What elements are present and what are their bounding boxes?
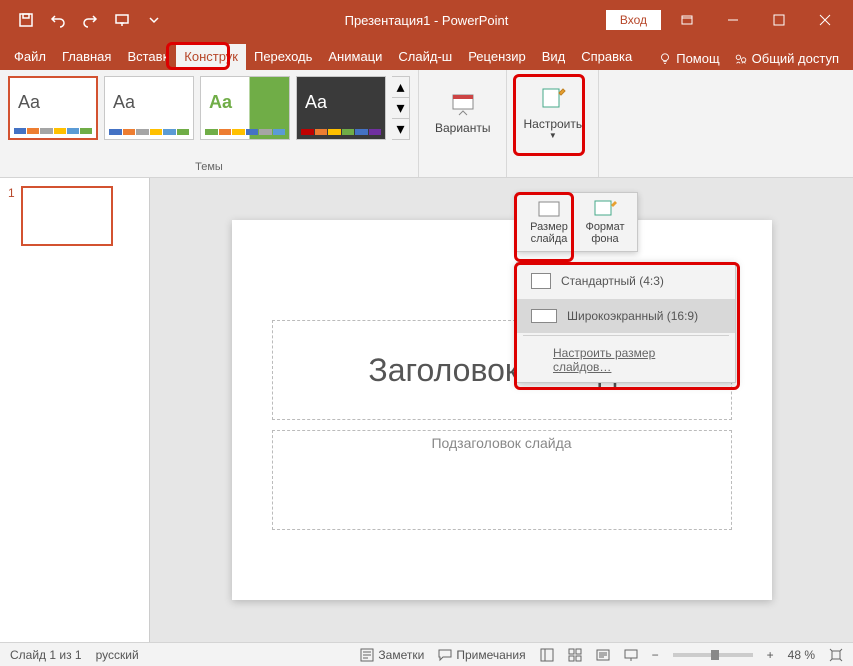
lightbulb-icon [658,52,672,66]
view-reading-icon[interactable] [596,648,610,662]
themes-more-icon[interactable]: ▴▾▾ [392,76,410,140]
themes-group-label: Темы [195,161,223,175]
qat-more-icon[interactable] [140,6,168,34]
slide-thumbnails-pane[interactable]: 1 [0,178,150,642]
close-icon[interactable] [805,0,845,40]
tab-review[interactable]: Рецензир [460,44,534,70]
thumb-number: 1 [8,186,15,246]
tellme-button[interactable]: Помощ [658,51,719,66]
theme-thumb-1[interactable]: Aa [8,76,98,140]
tab-design[interactable]: Конструк [176,44,246,70]
zoom-slider[interactable] [673,653,753,657]
ribbon-tabs: Файл Главная Вставк Конструк Переходь Ан… [0,40,853,70]
ribbon-design: Aa Aa Aa Aa ▴▾▾ Темы Варианты [0,70,853,178]
slide-size-menu: Стандартный (4:3) Широкоэкранный (16:9) … [516,262,736,383]
variants-button[interactable]: Варианты [427,76,498,148]
slide-canvas[interactable]: Заголовок слайда Подзаголовок слайда [150,178,853,642]
customize-flyout: Размер слайда Формат фона [516,192,638,252]
size-standard-item[interactable]: Стандартный (4:3) [517,263,735,299]
notes-label: Заметки [378,648,424,662]
signin-button[interactable]: Вход [606,10,661,30]
tab-help[interactable]: Справка [573,44,640,70]
variants-icon [449,89,477,117]
share-icon [734,52,748,66]
slide-counter: Слайд 1 из 1 [10,648,82,662]
format-bg-label: Формат фона [583,221,627,245]
start-slideshow-icon[interactable] [108,6,136,34]
title-bar: Презентация1 - PowerPoint Вход [0,0,853,40]
view-normal-icon[interactable] [540,648,554,662]
notes-icon [360,648,374,662]
view-slideshow-icon[interactable] [624,648,638,662]
customize-icon [539,85,567,113]
tab-transitions[interactable]: Переходь [246,44,320,70]
size-widescreen-label: Широкоэкранный (16:9) [567,309,698,323]
size-widescreen-item[interactable]: Широкоэкранный (16:9) [517,299,735,333]
slide-size-icon [537,199,561,219]
tellme-label: Помощ [676,51,719,66]
tab-file[interactable]: Файл [6,44,54,70]
save-icon[interactable] [12,6,40,34]
comments-label: Примечания [456,648,525,662]
menu-separator [523,335,729,336]
size-custom-item[interactable]: Настроить размер слайдов… [517,338,735,382]
zoom-value[interactable]: 48 % [788,648,815,662]
comments-icon [438,648,452,662]
notes-button[interactable]: Заметки [360,648,424,662]
tab-view[interactable]: Вид [534,44,574,70]
customize-label: Настроить [523,117,582,131]
share-label: Общий доступ [752,51,839,66]
customize-button[interactable]: Настроить ▼ [515,76,590,148]
size-standard-label: Стандартный (4:3) [561,274,664,288]
fit-to-window-icon[interactable] [829,648,843,662]
format-background-button[interactable]: Формат фона [579,197,631,247]
zoom-in-button[interactable]: + [767,648,774,662]
tab-animations[interactable]: Анимаци [320,44,390,70]
variants-label: Варианты [435,121,490,135]
window-title: Презентация1 - PowerPoint [345,13,509,28]
share-button[interactable]: Общий доступ [734,51,839,66]
theme-thumb-4[interactable]: Aa [296,76,386,140]
redo-icon[interactable] [76,6,104,34]
ratio-4-3-icon [531,273,551,289]
theme-thumb-2[interactable]: Aa [104,76,194,140]
slide-size-label: Размер слайда [527,221,571,245]
slide-size-button[interactable]: Размер слайда [523,197,575,247]
minimize-icon[interactable] [713,0,753,40]
language-indicator[interactable]: русский [96,648,139,662]
tab-slideshow[interactable]: Слайд-ш [390,44,460,70]
quick-access-toolbar [0,6,168,34]
comments-button[interactable]: Примечания [438,648,525,662]
ratio-16-9-icon [531,309,557,323]
theme-thumb-3[interactable]: Aa [200,76,290,140]
subtitle-placeholder[interactable]: Подзаголовок слайда [272,430,732,530]
status-bar: Слайд 1 из 1 русский Заметки Примечания … [0,642,853,666]
view-sorter-icon[interactable] [568,648,582,662]
tab-insert[interactable]: Вставк [119,44,176,70]
slide-thumb-1[interactable] [21,186,113,246]
tab-home[interactable]: Главная [54,44,119,70]
zoom-out-button[interactable]: − [652,648,659,662]
maximize-icon[interactable] [759,0,799,40]
format-bg-icon [593,199,617,219]
undo-icon[interactable] [44,6,72,34]
main-area: 1 Заголовок слайда Подзаголовок слайда [0,178,853,642]
ribbon-options-icon[interactable] [667,0,707,40]
themes-gallery[interactable]: Aa Aa Aa Aa ▴▾▾ [8,76,410,140]
